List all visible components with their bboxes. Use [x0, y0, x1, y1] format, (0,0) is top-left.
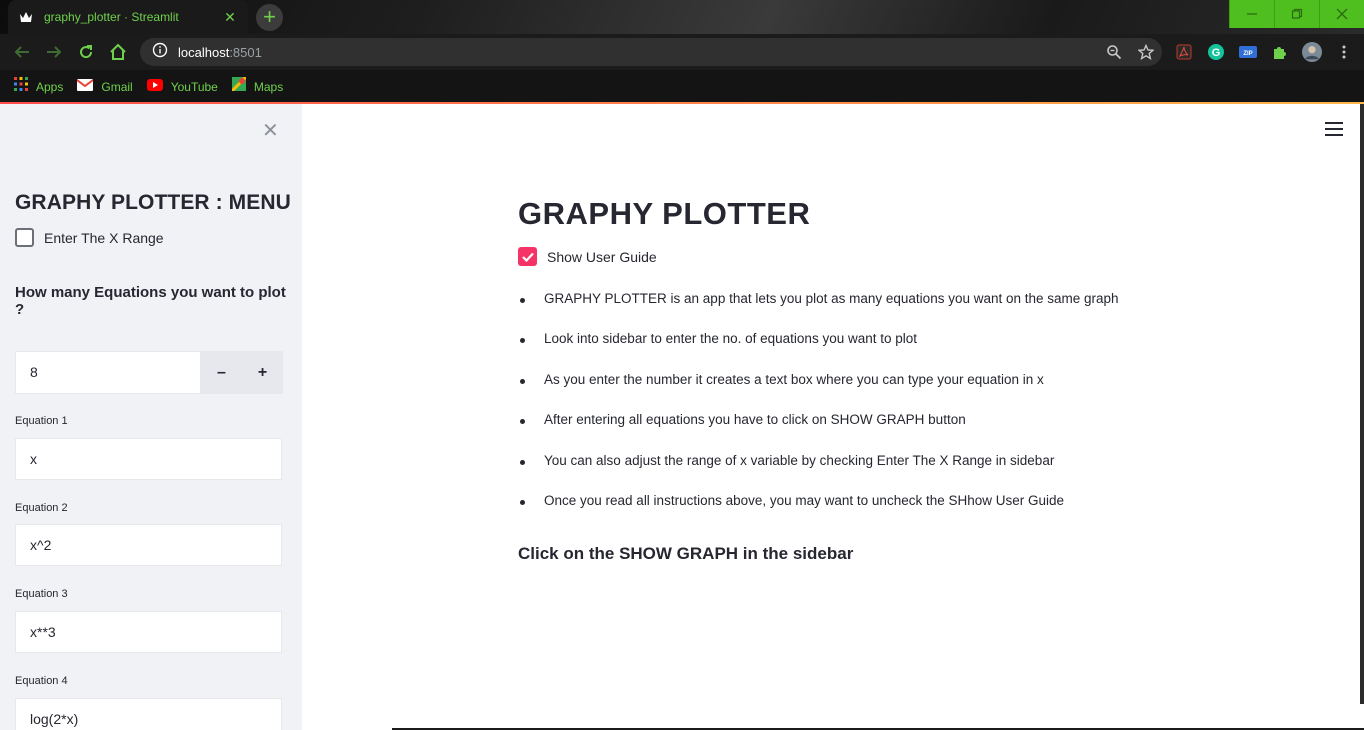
bookmark-label: YouTube	[170, 79, 218, 94]
zoom-icon[interactable]	[1106, 44, 1122, 65]
sidebar: ✕ GRAPHY PLOTTER : MENU Enter The X Rang…	[0, 104, 302, 730]
streamlit-app: ✕ GRAPHY PLOTTER : MENU Enter The X Rang…	[0, 104, 1364, 730]
window-controls	[1229, 0, 1364, 28]
profile-avatar[interactable]	[1302, 42, 1322, 62]
bookmark-label: Maps	[253, 79, 284, 94]
svg-text:G: G	[1212, 47, 1221, 59]
maps-icon	[230, 75, 247, 96]
user-guide-list: GRAPHY PLOTTER is an app that lets you p…	[518, 291, 1298, 533]
more-menu-icon[interactable]	[1334, 42, 1354, 62]
equation-4-input[interactable]: log(2*x)	[15, 698, 282, 730]
bookmark-maps[interactable]: Maps	[230, 75, 284, 96]
show-guide-label: Show User Guide	[547, 248, 657, 265]
browser-chrome: graphy_plotter · Streamlit ✕ + localhost…	[0, 0, 1364, 104]
equation-4-label: Equation 4	[15, 675, 68, 687]
equation-2-label: Equation 2	[15, 502, 68, 514]
equation-2-input[interactable]: x^2	[15, 524, 282, 566]
bookmark-gmail[interactable]: Gmail	[76, 78, 133, 96]
home-icon[interactable]	[108, 42, 128, 62]
equation-1-label: Equation 1	[15, 415, 68, 427]
back-arrow-icon[interactable]	[12, 42, 32, 62]
browser-toolbar: localhost:8501 G ZIP	[0, 34, 1364, 70]
equation-count-input[interactable]: 8	[15, 351, 201, 394]
page-title: GRAPHY PLOTTER	[518, 196, 811, 231]
list-item: As you enter the number it creates a tex…	[518, 372, 1298, 412]
restore-button[interactable]	[1274, 0, 1319, 28]
list-item: After entering all equations you have to…	[518, 412, 1298, 452]
tab-strip: graphy_plotter · Streamlit ✕ +	[0, 0, 1364, 34]
bookmark-star-icon[interactable]	[1137, 43, 1155, 65]
sidebar-title: GRAPHY PLOTTER : MENU	[15, 191, 291, 214]
hamburger-menu-icon[interactable]	[1325, 122, 1343, 136]
apps-grid-icon	[14, 77, 28, 96]
equation-1-input[interactable]: x	[15, 438, 282, 480]
reload-icon[interactable]	[76, 42, 96, 62]
bookmark-apps[interactable]: Apps	[14, 77, 63, 96]
tab-close-icon[interactable]: ✕	[222, 9, 238, 26]
omnibox-actions	[1106, 43, 1155, 65]
close-window-button[interactable]	[1319, 0, 1364, 28]
new-tab-button[interactable]: +	[256, 4, 283, 31]
list-item: Once you read all instructions above, yo…	[518, 493, 1298, 533]
x-range-label: Enter The X Range	[44, 229, 164, 246]
x-range-checkbox[interactable]: Enter The X Range	[15, 228, 164, 247]
minimize-button[interactable]	[1229, 0, 1274, 28]
show-guide-checkbox[interactable]: Show User Guide	[518, 247, 657, 266]
checkbox-checked-icon[interactable]	[518, 247, 537, 266]
browser-tab[interactable]: graphy_plotter · Streamlit ✕	[8, 0, 248, 34]
list-item: Look into sidebar to enter the no. of eq…	[518, 331, 1298, 371]
equation-count-stepper: 8 – +	[15, 351, 283, 394]
equation-count-question: How many Equations you want to plot ?	[15, 284, 286, 318]
bookmark-youtube[interactable]: YouTube	[146, 78, 218, 96]
equation-3-input[interactable]: x**3	[15, 611, 282, 653]
tab-title: graphy_plotter · Streamlit	[44, 10, 179, 24]
streamlit-crown-icon	[18, 9, 34, 25]
equation-3-label: Equation 3	[15, 588, 68, 600]
show-graph-hint: Click on the SHOW GRAPH in the sidebar	[518, 544, 854, 563]
grammarly-icon[interactable]: G	[1206, 42, 1226, 62]
close-sidebar-icon[interactable]: ✕	[262, 118, 279, 143]
pdf-extension-icon[interactable]	[1174, 42, 1194, 62]
youtube-icon	[146, 78, 163, 96]
url-host: localhost	[178, 44, 230, 60]
puzzle-extensions-icon[interactable]	[1270, 42, 1290, 62]
url-port: :8501	[229, 44, 262, 60]
scrollbar[interactable]	[1360, 104, 1364, 704]
forward-arrow-icon[interactable]	[44, 42, 64, 62]
list-item: You can also adjust the range of x varia…	[518, 453, 1298, 493]
list-item: GRAPHY PLOTTER is an app that lets you p…	[518, 291, 1298, 331]
info-icon[interactable]	[152, 42, 168, 63]
increment-button[interactable]: +	[242, 351, 283, 394]
svg-text:ZIP: ZIP	[1243, 51, 1252, 57]
bookmark-label: Gmail	[101, 79, 133, 94]
gmail-icon	[76, 78, 94, 96]
bookmarks-bar: Apps Gmail YouTube Maps	[0, 70, 1364, 103]
bookmark-label: Apps	[36, 79, 64, 94]
address-bar[interactable]: localhost:8501	[140, 38, 1162, 66]
extensions-row: G ZIP	[1174, 42, 1354, 62]
checkbox-unchecked-icon[interactable]	[15, 228, 34, 247]
decrement-button[interactable]: –	[201, 351, 242, 394]
zip-extension-icon[interactable]: ZIP	[1238, 42, 1258, 62]
main-content: GRAPHY PLOTTER Show User Guide GRAPHY PL…	[302, 104, 1364, 730]
